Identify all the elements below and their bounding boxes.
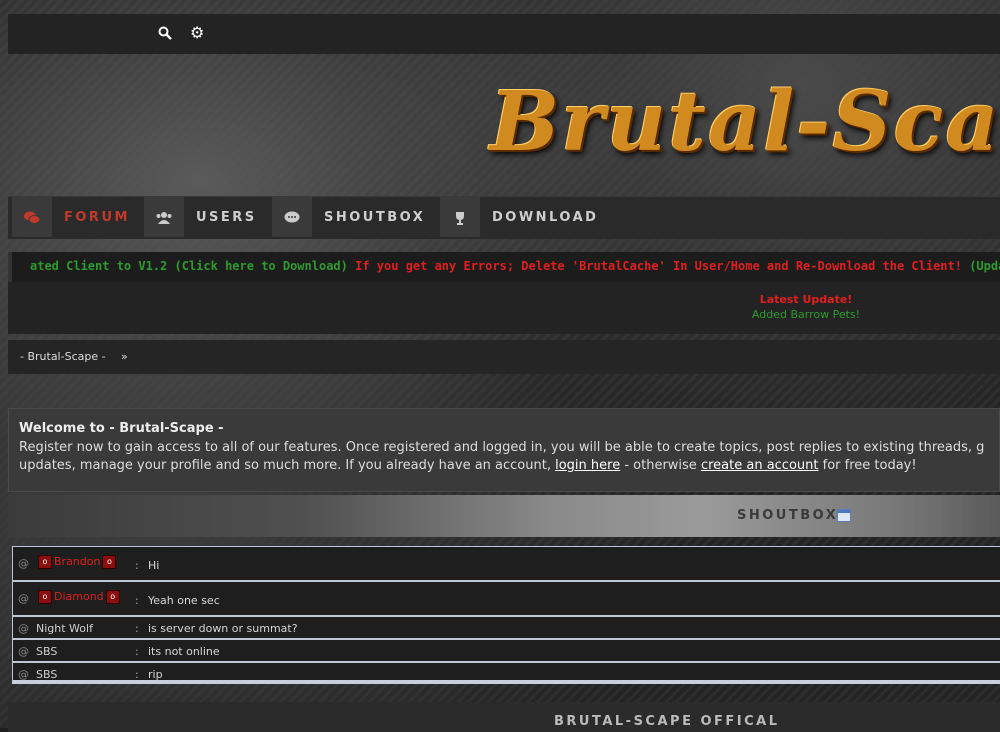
welcome-line-2-pre: updates, manage your profile and so much… [19,458,556,473]
nav-item-users[interactable]: USERS [144,197,272,237]
shoutbox-list[interactable]: @ o Brandon o : Hi @ o Diamond o : Yeah one … [12,546,1000,684]
shout-message: its not online [148,645,220,658]
site-banner: Brutal-Scape [0,54,1000,196]
nav-label-forum: FORUM [64,210,130,225]
ticker-text[interactable]: ated Client to V1.2 (Click here to Downl… [30,259,1000,273]
shoutbox-header: SHOUTBOX [8,495,1000,537]
shout-username[interactable]: Brandon [54,555,100,568]
section-title-official: BRUTAL-SCAPE OFFICAL [554,714,780,729]
shout-at: @ [18,557,29,570]
users-icon [144,197,184,237]
shout-user[interactable]: o Brandon o [36,555,118,569]
latest-update-panel: Latest Update! Added Barrow Pets! [8,282,1000,334]
login-link[interactable]: login here [555,458,620,473]
breadcrumb-separator: » [121,350,128,363]
chat-bubble-icon [272,197,312,237]
shout-row: @ SBS : rip [12,662,1000,684]
site-logo[interactable]: Brutal-Scape [490,74,1000,170]
welcome-line-2: updates, manage your profile and so much… [19,457,1000,475]
create-account-link[interactable]: create an account [701,458,819,473]
nav-item-download[interactable]: DOWNLOAD [440,197,610,237]
nav-label-shoutbox: SHOUTBOX [324,210,426,225]
welcome-line-1: Register now to gain access to all of ou… [19,440,985,455]
ticker-green-text[interactable]: ated Client to V1.2 (Click here to Downl… [30,259,348,273]
ticker-red-text: If you get any Errors; Delete 'BrutalCac… [347,259,962,273]
shout-username[interactable]: Night Wolf [36,622,93,635]
news-ticker[interactable]: ated Client to V1.2 (Click here to Downl… [8,252,1000,282]
shout-at: @ [18,622,29,635]
search-icon[interactable] [158,26,174,42]
rank-icon: o [38,590,52,604]
shout-at: @ [18,668,29,681]
shout-at: @ [18,645,29,658]
shout-message: rip [148,668,163,681]
shout-username[interactable]: Diamond [54,590,104,603]
ticker-green-text-2: (Updated: S [969,259,1000,273]
shout-username[interactable]: SBS [36,645,57,658]
top-bar: ⚙ [8,14,1000,54]
rank-icon: o [105,590,120,604]
welcome-panel: Welcome to - Brutal-Scape - Register now… [8,408,1000,492]
nav-item-forum[interactable]: FORUM [12,197,142,237]
welcome-title: Welcome to - Brutal-Scape - [19,421,224,436]
nav-label-download: DOWNLOAD [492,210,599,225]
nav-item-shoutbox[interactable]: SHOUTBOX [272,197,440,237]
nav-label-users: USERS [196,210,257,225]
trophy-icon [440,197,480,237]
shout-separator: : [135,668,139,681]
shout-separator: : [135,594,139,607]
shout-row: @ o Diamond o : Yeah one sec [12,581,1000,616]
popout-window-icon[interactable] [837,509,851,522]
shout-at: @ [18,592,29,605]
comments-icon [12,197,52,237]
gear-icon[interactable]: ⚙ [190,25,206,41]
breadcrumb: - Brutal-Scape - » [8,340,1000,374]
shout-separator: : [135,622,139,635]
shout-message: Yeah one sec [148,594,220,607]
shout-row: @ SBS : its not online [12,639,1000,662]
shout-username[interactable]: SBS [36,668,57,681]
shout-user[interactable]: o Diamond o [36,590,122,604]
shout-message: is server down or summat? [148,622,298,635]
welcome-line-2-mid: - otherwise [620,458,701,473]
shout-row: @ Night Wolf : is server down or summat? [12,616,1000,639]
latest-update-title: Latest Update! [759,293,853,306]
main-nav: FORUM USERS SHOUTBOX DOWNLOAD [8,196,1000,239]
shout-row: @ o Brandon o : Hi [12,546,1000,581]
shoutbox-title: SHOUTBOX [737,508,839,523]
shout-message: Hi [148,559,160,572]
rank-icon: o [38,555,52,569]
welcome-body: Register now to gain access to all of ou… [19,439,1000,475]
rank-icon: o [102,555,117,569]
latest-update-text: Added Barrow Pets! [751,308,861,321]
shout-separator: : [135,559,139,572]
welcome-line-2-post: for free today! [818,458,917,473]
breadcrumb-home[interactable]: - Brutal-Scape - [20,350,106,363]
shout-separator: : [135,645,139,658]
